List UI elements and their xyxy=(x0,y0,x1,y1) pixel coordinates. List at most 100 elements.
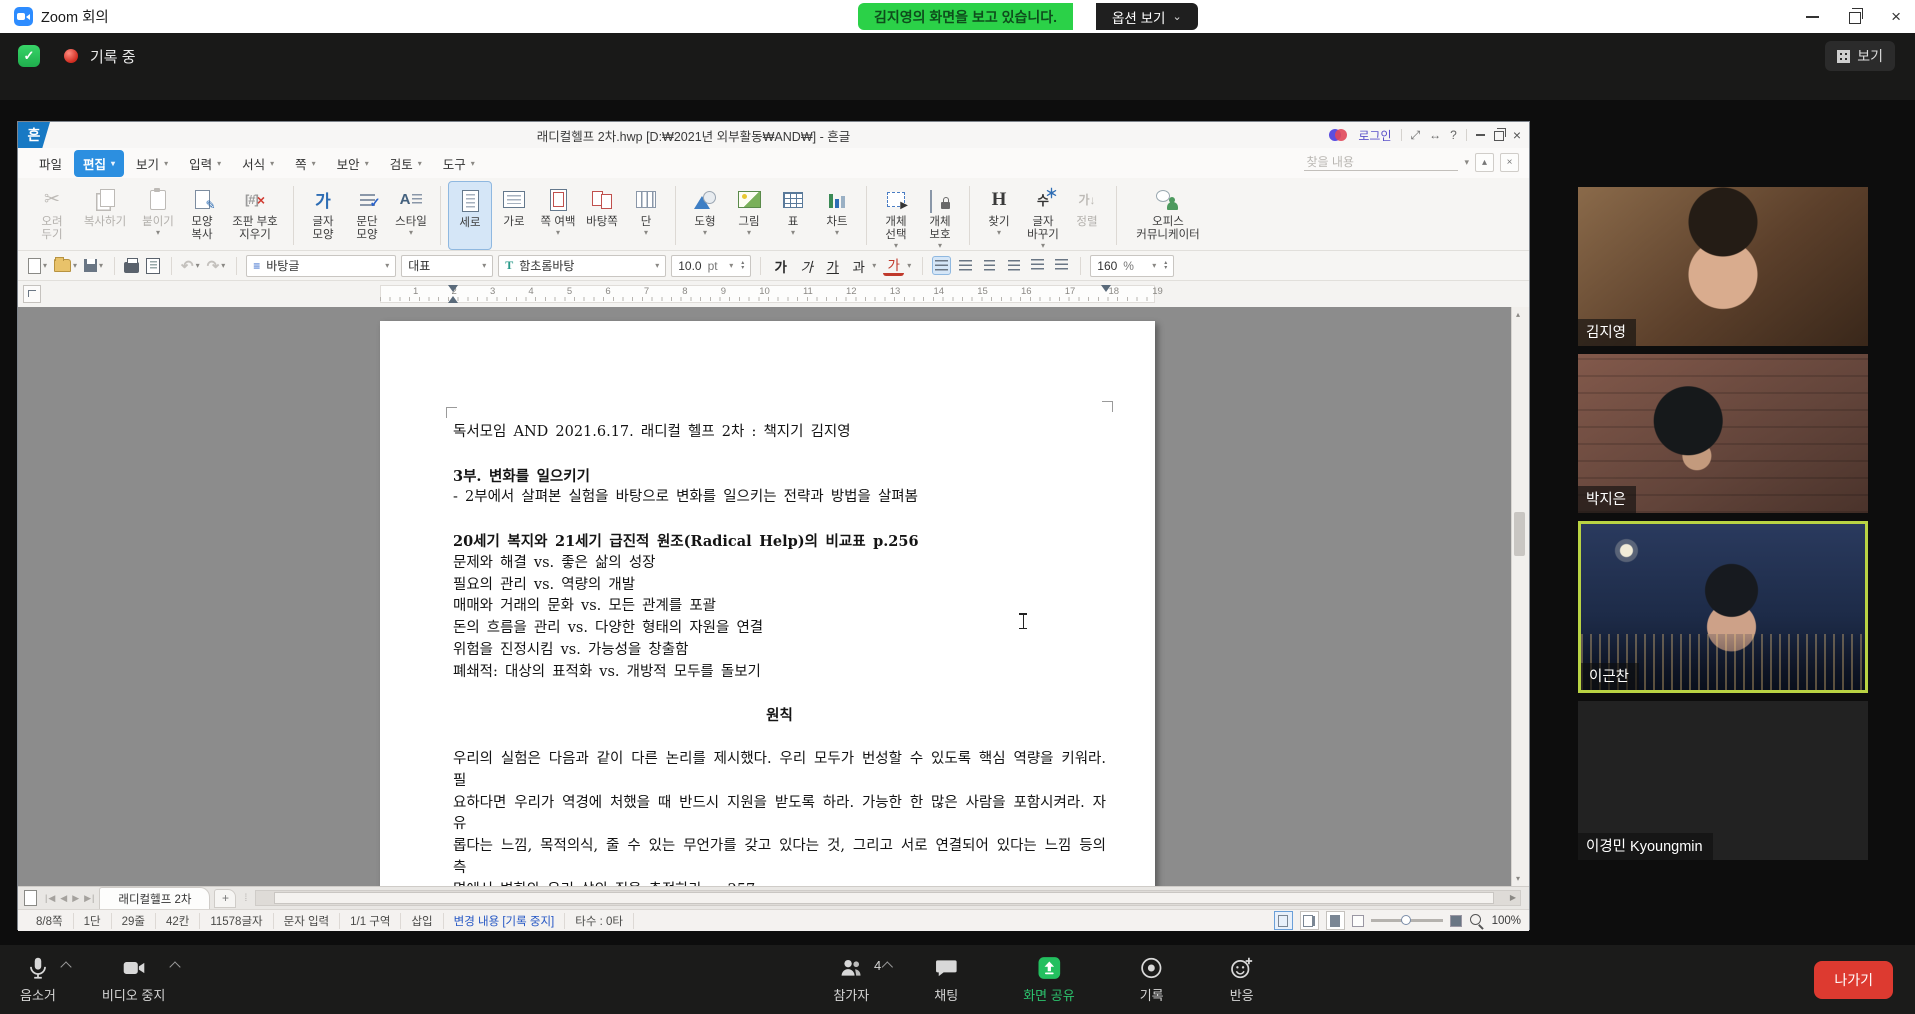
style-button[interactable]: A 스타일 ▾ xyxy=(389,181,433,250)
chevron-up-icon[interactable] xyxy=(882,961,893,972)
paste-button[interactable]: 붙이기 ▾ xyxy=(136,181,180,250)
menu-item[interactable]: 서식 ▾ xyxy=(233,150,283,177)
menu-item[interactable]: 검토 ▾ xyxy=(381,150,431,177)
chevron-up-icon[interactable] xyxy=(170,961,181,972)
document-tab[interactable]: 래디컬헬프 2차 xyxy=(99,887,210,911)
object-select-button[interactable]: ▶ 개체선택 ▾ xyxy=(874,181,918,250)
nav-last-icon[interactable]: ▶| xyxy=(84,893,95,904)
view-options-button[interactable]: 옵션 보기 ⌄ xyxy=(1096,3,1198,30)
menu-item[interactable]: 입력 ▾ xyxy=(180,150,230,177)
find-collapse-button[interactable]: ▴ xyxy=(1475,153,1494,172)
menu-item[interactable]: 보안 ▾ xyxy=(328,150,378,177)
align-center-button[interactable] xyxy=(980,256,999,275)
chat-button[interactable]: 채팅 xyxy=(927,955,965,1004)
open-button[interactable]: ▾ xyxy=(54,259,77,272)
fullscreen-icon[interactable]: ⤢ xyxy=(1411,128,1421,143)
undo-button[interactable]: ↶▾ xyxy=(181,257,200,275)
chevron-up-icon[interactable] xyxy=(60,961,71,972)
print-button[interactable] xyxy=(124,259,139,273)
magnifier-icon[interactable] xyxy=(1469,913,1485,929)
font-color-button[interactable]: 가 xyxy=(883,256,904,276)
tab-type-selector[interactable] xyxy=(23,285,41,303)
view-mode-facing-button[interactable] xyxy=(1300,911,1319,930)
redo-button[interactable]: ↷▾ xyxy=(207,257,226,275)
participant-video-tile[interactable]: 이근찬 xyxy=(1578,521,1868,693)
share-screen-button[interactable]: 화면 공유 xyxy=(1017,955,1080,1004)
shapes-button[interactable]: 도형 ▾ xyxy=(683,181,727,250)
table-button[interactable]: 표 ▾ xyxy=(771,181,815,250)
picture-button[interactable]: 그림 ▾ xyxy=(727,181,771,250)
menu-item[interactable]: 도구 ▾ xyxy=(434,150,484,177)
font-dropdown[interactable]: T 함초롬바탕 ▾ xyxy=(498,255,666,277)
help-icon[interactable]: ? xyxy=(1450,128,1457,142)
participant-video-tile[interactable]: 박지은 xyxy=(1578,354,1868,513)
bold-button[interactable]: 가 xyxy=(770,255,791,276)
indent-marker[interactable] xyxy=(448,296,458,303)
zoom-in-button[interactable] xyxy=(1450,915,1462,927)
replace-button[interactable]: 수＊ 글자바꾸기 ▾ xyxy=(1021,181,1065,250)
restore-icon[interactable] xyxy=(1849,12,1861,24)
zoom-slider-thumb[interactable] xyxy=(1401,915,1411,925)
minimize-icon[interactable] xyxy=(1806,16,1819,18)
para-shape-button[interactable]: ✓ 문단모양 xyxy=(345,181,389,250)
underline-button[interactable]: 가 xyxy=(822,255,843,276)
security-shield-icon[interactable]: ✓ xyxy=(18,45,40,67)
participant-video-tile[interactable]: 김지영 xyxy=(1578,187,1868,346)
preview-button[interactable] xyxy=(146,258,160,274)
participants-button[interactable]: 참가자 4 xyxy=(827,955,875,1004)
align-left-button[interactable] xyxy=(956,256,975,275)
find-close-button[interactable]: × xyxy=(1500,153,1519,172)
portrait-button[interactable]: 세로 xyxy=(448,181,492,250)
nav-prev-icon[interactable]: ◀ xyxy=(60,893,68,904)
preset-dropdown[interactable]: 대표 ▾ xyxy=(401,255,493,277)
left-margin-marker[interactable] xyxy=(448,285,458,292)
font-size-stepper[interactable]: 10.0 pt ▾ ▴▾ xyxy=(671,255,751,277)
zoom-out-button[interactable] xyxy=(1352,915,1364,927)
copy-format-button[interactable]: ✎ 모양복사 xyxy=(180,181,224,250)
menu-item[interactable]: 파일 ▾ xyxy=(30,150,71,177)
login-button[interactable]: 로그인 xyxy=(1358,127,1391,144)
master-page-button[interactable]: 바탕쪽 xyxy=(580,181,624,250)
participant-video-tile[interactable]: 이경민 Kyoungmin xyxy=(1578,701,1868,860)
chart-button[interactable]: 차트 ▾ xyxy=(815,181,859,250)
view-mode-single-button[interactable] xyxy=(1274,911,1293,930)
hscrollbar-handle[interactable] xyxy=(274,892,1494,904)
cut-button[interactable]: ✂ 오려두기 xyxy=(30,181,74,250)
hwp-restore-icon[interactable] xyxy=(1494,131,1504,141)
new-document-button[interactable]: ▾ xyxy=(28,258,47,274)
leave-button[interactable]: 나가기 xyxy=(1814,961,1893,999)
page-margins-button[interactable]: 쪽 여백 ▾ xyxy=(536,181,580,250)
close-icon[interactable]: × xyxy=(1891,8,1901,25)
char-effect-button[interactable]: 과 xyxy=(848,255,869,276)
scrollbar-handle[interactable] xyxy=(1514,512,1525,556)
italic-button[interactable]: 가 xyxy=(796,255,817,276)
mute-button[interactable]: 음소거 xyxy=(14,955,62,1004)
menu-item[interactable]: 보기 ▾ xyxy=(127,150,177,177)
landscape-button[interactable]: 가로 xyxy=(492,181,536,250)
view-mode-fit-button[interactable] xyxy=(1326,911,1345,930)
hwp-minimize-icon[interactable] xyxy=(1476,134,1485,136)
move-icon[interactable]: ↔ xyxy=(1429,128,1441,142)
page-icon[interactable] xyxy=(24,890,37,906)
caret-down-icon[interactable]: ▾ xyxy=(1464,157,1469,168)
clear-marks-button[interactable]: [#]× 조판 부호지우기 xyxy=(224,181,286,250)
reactions-button[interactable]: 반응 xyxy=(1223,955,1261,1004)
copy-button[interactable]: 복사하기 xyxy=(74,181,136,250)
add-tab-button[interactable]: + xyxy=(214,889,236,908)
align-right-button[interactable] xyxy=(1004,256,1023,275)
align-divide-button[interactable] xyxy=(1052,256,1071,275)
record-button[interactable]: 기록 xyxy=(1133,955,1171,1004)
columns-button[interactable]: 단 ▾ xyxy=(624,181,668,250)
nav-next-icon[interactable]: ▶ xyxy=(72,893,80,904)
find-input[interactable] xyxy=(1304,154,1458,171)
horizontal-scrollbar[interactable]: ▶ xyxy=(255,890,1521,906)
menu-item[interactable]: 편집 ▾ xyxy=(74,150,124,177)
zoom-slider[interactable] xyxy=(1371,919,1443,922)
save-button[interactable]: ▾ xyxy=(84,259,103,272)
stop-video-button[interactable]: 비디오 중지 xyxy=(96,955,171,1004)
office-communicator-button[interactable]: 오피스커뮤니케이터 xyxy=(1124,181,1212,250)
nav-first-icon[interactable]: |◀ xyxy=(45,893,56,904)
view-layout-button[interactable]: 보기 xyxy=(1825,41,1895,71)
align-justify-button[interactable] xyxy=(932,256,951,275)
line-spacing-stepper[interactable]: 160 % ▾ ▴▾ xyxy=(1090,255,1174,277)
